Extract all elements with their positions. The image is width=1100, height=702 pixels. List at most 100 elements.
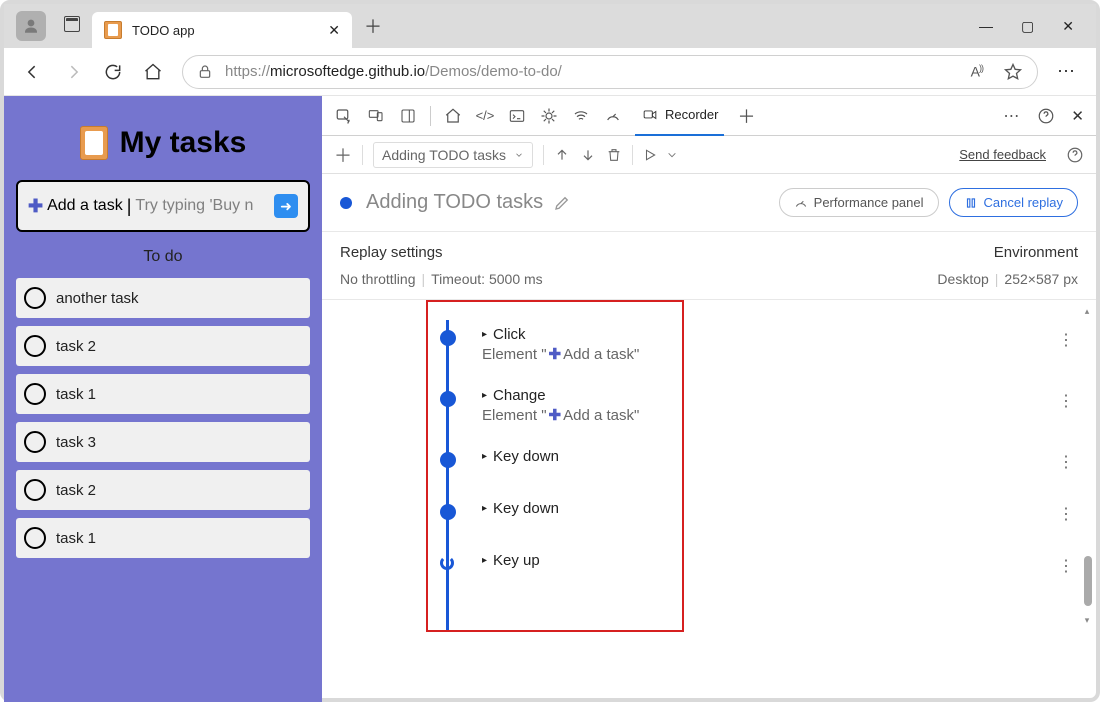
console-icon[interactable]: [507, 106, 527, 126]
more-tools-icon[interactable]: ⋯: [1003, 106, 1021, 126]
task-checkbox[interactable]: [24, 287, 46, 309]
replay-options-icon[interactable]: [667, 150, 677, 160]
profile-button[interactable]: [16, 11, 46, 41]
submit-task-button[interactable]: ➜: [274, 194, 298, 218]
task-checkbox[interactable]: [24, 527, 46, 549]
browser-titlebar: TODO app ✕ ＋ — ▢ ✕: [4, 4, 1096, 48]
step-element: Element " ✚ Add a task": [482, 406, 639, 424]
device-toggle-icon[interactable]: [366, 106, 386, 126]
recorder-tab[interactable]: Recorder: [635, 96, 724, 136]
steps-area: ClickElement " ✚ Add a task"⋮ChangeEleme…: [322, 300, 1096, 702]
section-title: To do: [16, 232, 310, 278]
environment-title: Environment: [937, 244, 1078, 261]
recorder-step[interactable]: Key down ⋮: [322, 436, 1096, 488]
step-title: Key down: [482, 500, 559, 517]
tab-actions-icon[interactable]: [64, 16, 80, 37]
task-text: task 2: [56, 482, 96, 499]
export-icon[interactable]: [554, 147, 570, 163]
welcome-icon[interactable]: [443, 106, 463, 126]
step-title: Key up: [482, 552, 540, 569]
edit-title-button[interactable]: [553, 194, 571, 212]
task-item[interactable]: another task: [16, 278, 310, 318]
address-bar[interactable]: https://microsoftedge.github.io/Demos/de…: [182, 55, 1038, 89]
browser-toolbar: https://microsoftedge.github.io/Demos/de…: [4, 48, 1096, 96]
tab-favicon: [104, 21, 122, 39]
maximize-button[interactable]: ▢: [1021, 18, 1034, 35]
task-checkbox[interactable]: [24, 479, 46, 501]
refresh-button[interactable]: [102, 61, 124, 83]
todo-app-panel: My tasks ✚ Add a task | Try typing 'Buy …: [4, 96, 322, 702]
devtools-tabbar: </> Recorder ＋ ⋯ ✕: [322, 96, 1096, 136]
import-icon[interactable]: [580, 147, 596, 163]
recorder-step[interactable]: Key down ⋮: [322, 488, 1096, 540]
close-window-button[interactable]: ✕: [1062, 18, 1074, 35]
steps-scrollbar[interactable]: ▴ ▾: [1082, 306, 1092, 626]
forward-button[interactable]: [62, 61, 84, 83]
recorder-step[interactable]: Key up ⋮: [322, 540, 1096, 592]
delete-icon[interactable]: [606, 147, 622, 163]
throttling-value[interactable]: No throttling: [340, 271, 415, 287]
task-item[interactable]: task 2: [16, 326, 310, 366]
help-icon[interactable]: [1066, 146, 1084, 164]
task-item[interactable]: task 2: [16, 470, 310, 510]
dims-value[interactable]: 252×587 px: [1004, 271, 1078, 287]
site-info-icon[interactable]: [197, 64, 213, 80]
add-task-placeholder: Try typing 'Buy n: [135, 197, 270, 215]
task-text: task 2: [56, 338, 96, 355]
step-dot-icon: [440, 504, 456, 520]
dock-side-icon[interactable]: [398, 106, 418, 126]
step-title: Key down: [482, 448, 559, 465]
read-aloud-icon[interactable]: A)): [971, 63, 983, 80]
step-menu-button[interactable]: ⋮: [1054, 448, 1078, 476]
task-checkbox[interactable]: [24, 383, 46, 405]
app-logo-icon: [80, 126, 108, 160]
recording-status-dot: [340, 197, 352, 209]
step-spinner-icon: [440, 556, 454, 570]
plus-icon: ✚: [28, 196, 43, 217]
step-menu-button[interactable]: ⋮: [1054, 387, 1078, 415]
recording-selector[interactable]: Adding TODO tasks: [373, 142, 533, 168]
task-item[interactable]: task 1: [16, 374, 310, 414]
app-title: My tasks: [120, 126, 247, 160]
more-tabs-button[interactable]: ＋: [736, 106, 756, 126]
new-recording-button[interactable]: ＋: [334, 142, 352, 168]
step-menu-button[interactable]: ⋮: [1054, 500, 1078, 528]
close-devtools-button[interactable]: ✕: [1071, 107, 1084, 125]
inspect-icon[interactable]: [334, 106, 354, 126]
recorder-step[interactable]: ChangeElement " ✚ Add a task"⋮: [322, 375, 1096, 436]
elements-icon[interactable]: </>: [475, 106, 495, 126]
step-menu-button[interactable]: ⋮: [1054, 326, 1078, 354]
settings-more-button[interactable]: ⋯: [1056, 61, 1078, 83]
browser-tab[interactable]: TODO app ✕: [92, 12, 352, 48]
task-item[interactable]: task 3: [16, 422, 310, 462]
home-button[interactable]: [142, 61, 164, 83]
step-dot-icon: [440, 452, 456, 468]
performance-icon[interactable]: [603, 106, 623, 126]
url-text: https://microsoftedge.github.io/Demos/de…: [225, 63, 562, 80]
replay-settings-row: Replay settings No throttling | Timeout:…: [322, 232, 1096, 300]
replay-icon[interactable]: [643, 148, 657, 162]
favorite-icon[interactable]: [1003, 62, 1023, 82]
tab-close-button[interactable]: ✕: [328, 22, 340, 39]
recorder-step[interactable]: ClickElement " ✚ Add a task"⋮: [322, 314, 1096, 375]
task-checkbox[interactable]: [24, 335, 46, 357]
minimize-button[interactable]: —: [979, 18, 993, 35]
task-checkbox[interactable]: [24, 431, 46, 453]
sources-icon[interactable]: [539, 106, 559, 126]
send-feedback-link[interactable]: Send feedback: [959, 147, 1046, 162]
device-value[interactable]: Desktop: [937, 271, 988, 287]
step-menu-button[interactable]: ⋮: [1054, 552, 1078, 580]
replay-settings-title: Replay settings: [340, 244, 937, 261]
add-task-input[interactable]: ✚ Add a task | Try typing 'Buy n ➜: [16, 180, 310, 232]
network-icon[interactable]: [571, 106, 591, 126]
help-icon[interactable]: [1037, 107, 1055, 125]
back-button[interactable]: [22, 61, 44, 83]
task-text: another task: [56, 290, 139, 307]
add-task-label: Add a task: [47, 197, 123, 215]
timeout-value[interactable]: Timeout: 5000 ms: [431, 271, 543, 287]
task-item[interactable]: task 1: [16, 518, 310, 558]
recording-title: Adding TODO tasks: [366, 191, 543, 214]
new-tab-button[interactable]: ＋: [364, 13, 382, 39]
performance-panel-button[interactable]: Performance panel: [779, 188, 939, 217]
cancel-replay-button[interactable]: Cancel replay: [949, 188, 1079, 217]
